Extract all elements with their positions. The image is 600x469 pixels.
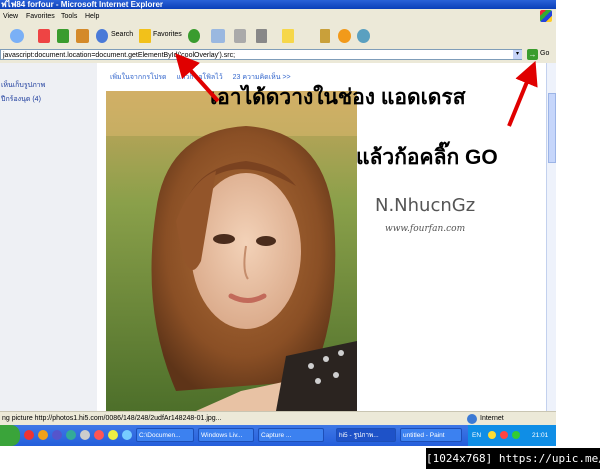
- arrow-to-address-bar: [174, 53, 220, 103]
- arrow-to-go-button: [507, 60, 538, 127]
- browser-window: ฟไฟ84 forfour - Microsoft Internet Explo…: [0, 0, 556, 446]
- image-host-footer: [1024x768] https://upic.me/: [426, 448, 600, 469]
- annotation-arrows: [174, 53, 538, 127]
